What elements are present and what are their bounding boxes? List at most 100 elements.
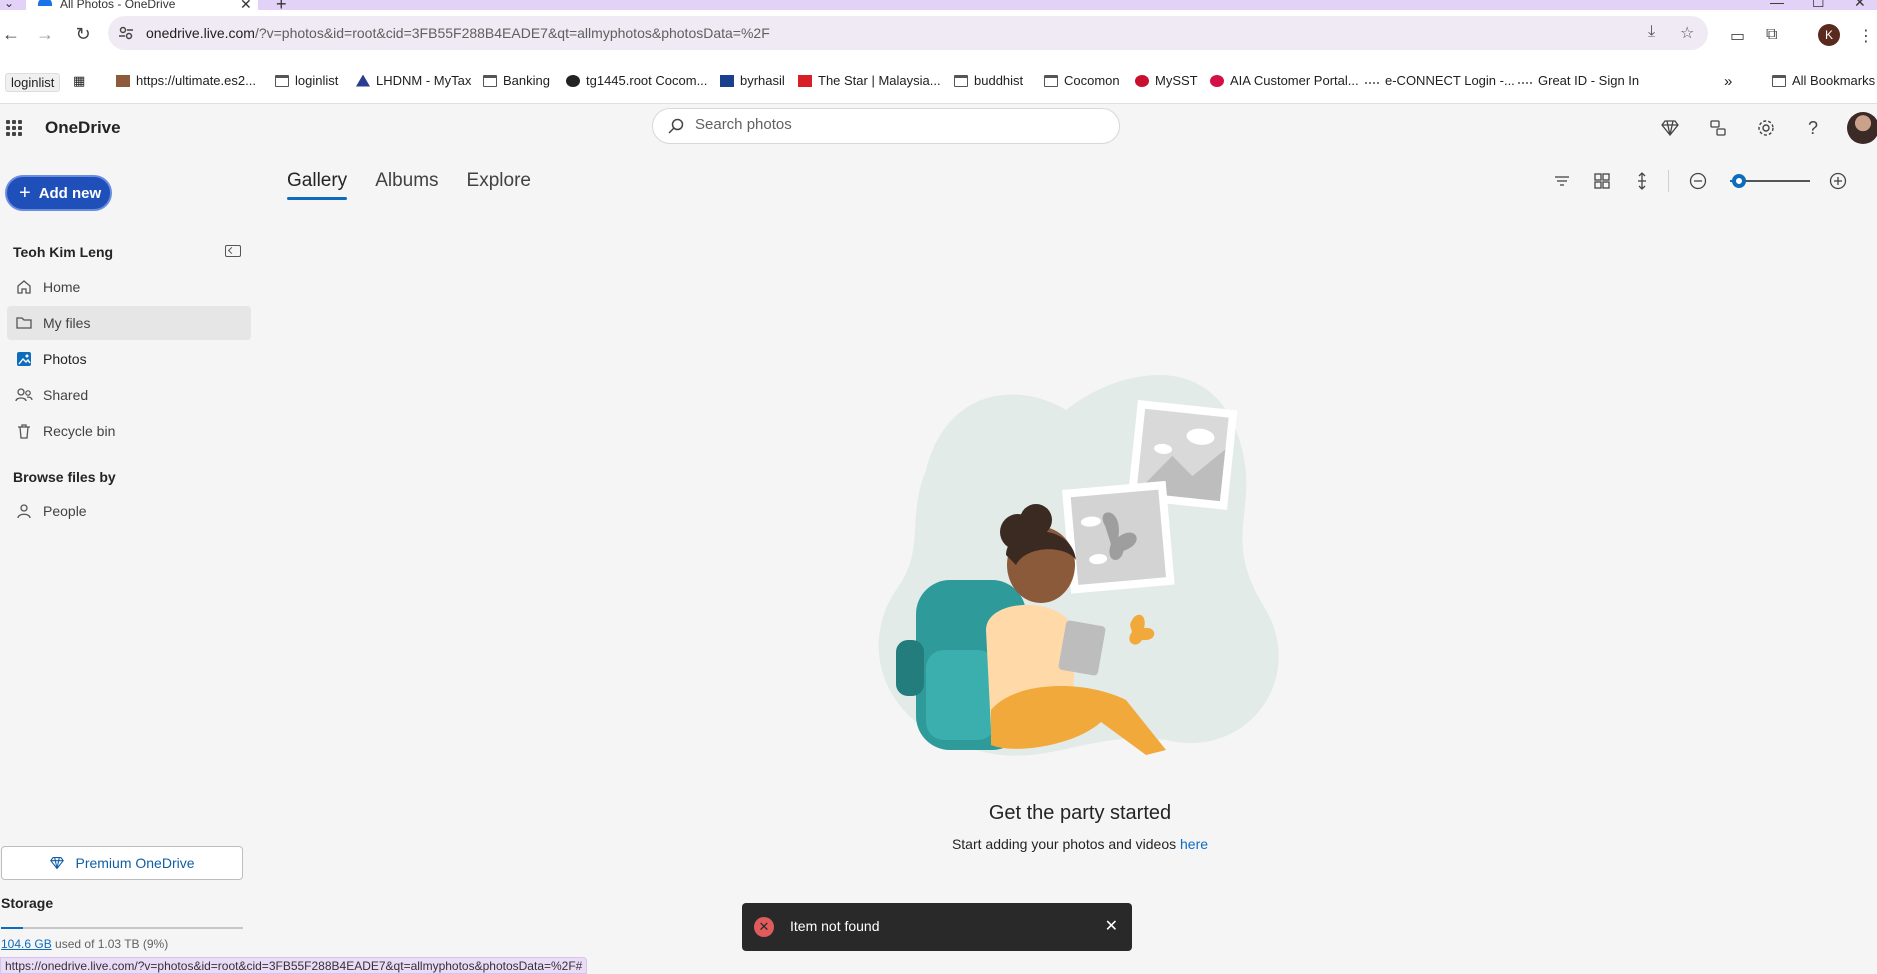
add-new-button[interactable]: + Add new xyxy=(5,175,112,211)
photo-view-tabs: Gallery Albums Explore xyxy=(287,170,531,200)
tab-explore[interactable]: Explore xyxy=(467,170,531,200)
search-icon xyxy=(668,118,684,134)
browser-menu-icon[interactable]: ⋮ xyxy=(1858,26,1874,46)
address-bar[interactable]: onedrive.live.com/?v=photos&id=root&cid=… xyxy=(108,16,1708,50)
install-app-icon[interactable]: ⤓ xyxy=(1648,23,1655,41)
bookmark-item[interactable]: Great ID - Sign In xyxy=(1518,73,1639,88)
tab-title: All Photos - OneDrive xyxy=(60,0,176,10)
site-info-icon[interactable] xyxy=(118,25,134,41)
error-toast: ✕ Item not found ✕ xyxy=(742,903,1132,951)
folder-icon xyxy=(1772,74,1786,87)
storage-progress-fill xyxy=(1,927,23,929)
empty-state-illustration xyxy=(878,375,1279,756)
back-icon[interactable]: ← xyxy=(0,24,22,45)
collapse-sidebar-icon[interactable] xyxy=(225,245,241,257)
bookmarks-bar: loginlist ▦ https://ultimate.es2... logi… xyxy=(0,58,1877,104)
sidebar-item-photos[interactable]: Photos xyxy=(7,342,251,376)
more-bookmarks-icon[interactable]: » xyxy=(1724,73,1732,90)
error-circle-icon: ✕ xyxy=(754,917,774,937)
user-name: Teoh Kim Leng xyxy=(13,244,114,260)
person-icon xyxy=(15,502,33,520)
tab-gallery[interactable]: Gallery xyxy=(287,170,348,200)
bookmark-item[interactable]: MySST xyxy=(1135,73,1198,88)
user-avatar[interactable] xyxy=(1847,112,1877,144)
sidebar-item-home[interactable]: Home xyxy=(7,270,251,304)
home-icon xyxy=(15,278,33,296)
thestar-favicon-icon xyxy=(798,74,812,87)
bookmark-item[interactable]: loginlist xyxy=(5,73,61,92)
zoom-out-icon[interactable] xyxy=(1688,171,1708,191)
empty-state-title: Get the party started xyxy=(988,802,1172,824)
app-launcher-icon[interactable] xyxy=(6,120,22,136)
apps-grid-icon[interactable]: ▦ xyxy=(73,73,85,89)
tab-search-icon[interactable]: ⌄ xyxy=(4,0,14,10)
mysst-favicon-icon xyxy=(1135,74,1149,87)
sidebar-item-people[interactable]: People xyxy=(7,494,251,528)
photos-icon xyxy=(15,350,33,368)
aia-favicon-icon xyxy=(1210,74,1224,87)
folder-icon xyxy=(15,314,33,332)
extensions-icon[interactable]: ⧉ xyxy=(1766,26,1777,44)
bookmark-item[interactable]: AIA Customer Portal... xyxy=(1210,73,1359,88)
toast-message: Item not found xyxy=(790,918,880,934)
toolbar-divider xyxy=(1668,170,1669,192)
search-box[interactable] xyxy=(652,108,1120,144)
help-icon[interactable]: ? xyxy=(1808,118,1828,138)
storage-heading: Storage xyxy=(1,895,54,911)
bookmark-item[interactable]: https://ultimate.es2... xyxy=(116,73,256,88)
premium-onedrive-button[interactable]: Premium OneDrive xyxy=(1,846,243,880)
share-settings-icon[interactable] xyxy=(1708,118,1728,138)
filter-icon[interactable] xyxy=(1552,171,1572,191)
bookmark-item[interactable]: byrhasil xyxy=(720,73,785,88)
browser-tab[interactable]: All Photos - OneDrive xyxy=(26,0,258,10)
mytax-favicon-icon xyxy=(356,74,370,87)
link-status-bar: https://onedrive.live.com/?v=photos&id=r… xyxy=(0,957,588,974)
browser-toolbar: ← → ↻ onedrive.live.com/?v=photos&id=roo… xyxy=(0,10,1877,58)
browser-tabstrip: All Photos - OneDrive ✕ + — ☐ ✕ xyxy=(0,0,1877,14)
bookmark-star-icon[interactable]: ☆ xyxy=(1680,23,1694,43)
plus-icon: + xyxy=(19,182,31,204)
site-favicon-icon xyxy=(566,74,580,87)
empty-state-subtitle: Start adding your photos and videos here xyxy=(951,836,1209,852)
browser-profile-avatar[interactable]: K xyxy=(1818,24,1840,46)
trash-icon xyxy=(15,422,33,440)
premium-diamond-icon xyxy=(50,857,65,870)
app-header: OneDrive ? xyxy=(0,104,1877,152)
minimize-icon[interactable]: — xyxy=(1770,0,1784,10)
forward-icon[interactable]: → xyxy=(34,24,56,45)
sidebar-item-my-files[interactable]: My files xyxy=(7,306,251,340)
bookmark-folder[interactable]: buddhist xyxy=(954,73,1023,88)
sidebar-item-recycle-bin[interactable]: Recycle bin xyxy=(7,414,251,448)
site-favicon-icon xyxy=(1518,78,1532,84)
app-brand[interactable]: OneDrive xyxy=(45,118,121,138)
layout-grid-icon[interactable] xyxy=(1592,171,1612,191)
premium-diamond-icon[interactable] xyxy=(1660,118,1680,138)
bookmark-item[interactable]: tg1445.root Cocom... xyxy=(566,73,707,88)
storage-progress-bar xyxy=(1,927,243,929)
upload-here-link[interactable]: here xyxy=(1180,836,1208,852)
browse-files-heading: Browse files by xyxy=(13,469,116,485)
bookmark-folder[interactable]: Cocomon xyxy=(1044,73,1120,88)
sidebar-item-shared[interactable]: Shared xyxy=(7,378,251,412)
search-input[interactable] xyxy=(695,116,1095,133)
bookmark-folder[interactable]: Banking xyxy=(483,73,550,88)
bookmark-folder[interactable]: loginlist xyxy=(275,73,338,88)
dismiss-toast-icon[interactable]: ✕ xyxy=(1105,916,1118,936)
tab-albums[interactable]: Albums xyxy=(375,170,438,200)
folder-icon xyxy=(275,74,289,87)
timeline-scroll-icon[interactable] xyxy=(1632,171,1652,191)
bookmark-item[interactable]: e-CONNECT Login -... xyxy=(1365,73,1515,88)
zoom-slider-thumb[interactable] xyxy=(1732,174,1746,188)
url-text[interactable]: onedrive.live.com/?v=photos&id=root&cid=… xyxy=(146,25,770,41)
folder-icon xyxy=(483,74,497,87)
all-bookmarks-folder[interactable]: All Bookmarks xyxy=(1772,73,1875,88)
bookmark-item[interactable]: The Star | Malaysia... xyxy=(798,73,941,88)
bookmark-item[interactable]: LHDNM - MyTax xyxy=(356,73,471,88)
reload-icon[interactable]: ↻ xyxy=(72,24,94,45)
cast-icon[interactable]: ▭ xyxy=(1730,26,1745,46)
site-favicon-icon xyxy=(1365,78,1379,84)
settings-gear-icon[interactable] xyxy=(1756,118,1776,138)
zoom-in-icon[interactable] xyxy=(1828,171,1848,191)
site-favicon-icon xyxy=(116,74,130,87)
storage-used-link[interactable]: 104.6 GB xyxy=(1,937,52,951)
